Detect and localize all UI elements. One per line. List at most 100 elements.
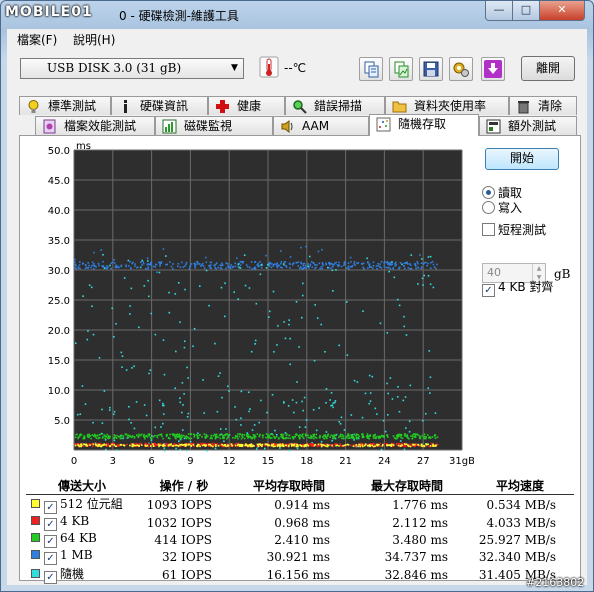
data-point-1mb	[209, 267, 212, 269]
data-point-512b	[281, 443, 284, 446]
tab-aam[interactable]: AAM	[273, 116, 369, 135]
tab-health[interactable]: 健康	[208, 96, 285, 115]
start-button[interactable]: 開始	[485, 148, 559, 170]
data-point-random	[288, 323, 290, 326]
data-point-random	[163, 373, 166, 376]
tab-file-benchmark[interactable]: 檔案效能測試	[35, 116, 155, 135]
tab-benchmark[interactable]: 標準測試	[19, 96, 111, 115]
data-point-1mb	[362, 266, 364, 269]
copy-image-button[interactable]	[389, 57, 413, 81]
data-point-64kb	[361, 433, 363, 436]
data-point-64kb	[181, 434, 183, 436]
data-point-4kb	[413, 445, 416, 448]
chevron-down-icon[interactable]: ▼	[226, 59, 243, 78]
data-point-random	[101, 408, 103, 411]
save-button[interactable]	[419, 57, 443, 81]
download-button[interactable]	[481, 57, 505, 81]
tab-error-scan[interactable]: 錯誤掃描	[285, 96, 385, 115]
data-point-4kb	[316, 445, 319, 448]
data-point-random	[389, 377, 392, 379]
data-point-64kb	[177, 435, 180, 438]
data-point-random	[405, 334, 408, 336]
data-point-random	[427, 275, 430, 277]
data-point-1mb	[150, 263, 152, 266]
close-button[interactable]: ✕	[539, 1, 585, 21]
series-checkbox[interactable]: ✓	[44, 501, 57, 514]
copy-text-button[interactable]	[359, 57, 383, 81]
data-point-64kb	[143, 436, 145, 438]
data-point-random	[301, 294, 304, 297]
data-point-64kb	[187, 433, 190, 435]
data-point-random	[289, 337, 291, 340]
row-avg-time: 2.410 ms	[274, 532, 330, 547]
col-avg-time: 平均存取時間	[230, 476, 348, 495]
data-point-random	[91, 305, 93, 308]
data-point-random	[326, 266, 329, 269]
row-iops: 61 IOPS	[162, 567, 212, 582]
data-point-64kb	[302, 437, 305, 440]
short-test-checkbox[interactable]: 短程測試	[482, 221, 546, 238]
data-point-random	[88, 284, 91, 287]
data-point-random	[143, 404, 146, 406]
series-checkbox[interactable]: ✓	[44, 518, 57, 531]
data-point-4kb	[145, 442, 147, 445]
data-point-4kb	[216, 443, 219, 445]
data-point-1mb	[295, 261, 298, 264]
data-point-1mb	[172, 263, 174, 265]
write-radio[interactable]: 寫入	[482, 199, 522, 216]
data-point-1mb	[130, 267, 132, 270]
data-point-1mb	[247, 266, 249, 268]
series-checkbox[interactable]: ✓	[44, 571, 57, 584]
exit-button[interactable]: 離開	[521, 56, 575, 81]
maximize-button[interactable]: □	[512, 1, 540, 21]
data-point-random	[113, 410, 116, 413]
tab-folder-usage[interactable]: 資料夾使用率	[385, 96, 509, 115]
series-checkbox[interactable]: ✓	[44, 552, 57, 565]
checkbox-box[interactable]	[482, 223, 495, 236]
checkbox-box[interactable]: ✓	[482, 284, 495, 297]
data-point-1mb	[431, 260, 434, 263]
data-point-64kb	[241, 433, 244, 436]
temperature-readout: --℃	[284, 61, 307, 75]
data-point-random	[129, 313, 131, 315]
data-point-4kb	[154, 442, 157, 445]
data-point-512b	[203, 444, 205, 446]
tab-disk-info[interactable]: 硬碟資訊	[111, 96, 208, 115]
download-icon	[484, 60, 502, 78]
data-point-1mb	[377, 262, 379, 265]
data-point-1mb	[274, 263, 276, 265]
data-point-1mb	[193, 263, 196, 265]
data-point-64kb	[247, 435, 249, 438]
tab-erase[interactable]: 清除	[509, 96, 577, 115]
data-point-64kb	[311, 436, 313, 438]
data-point-512b	[264, 443, 267, 445]
data-point-random	[125, 369, 128, 371]
data-point-random	[92, 333, 95, 336]
data-point-random	[146, 260, 149, 262]
tab-label: 硬碟資訊	[140, 99, 189, 113]
title-bar[interactable]: MOBILE01 0 - 硬碟檢測-維護工具 — □ ✕	[1, 1, 593, 29]
series-checkbox[interactable]: ✓	[44, 535, 57, 548]
menu-help[interactable]: 說明(H)	[73, 31, 115, 48]
tab-extra-tests[interactable]: 額外測試	[479, 116, 577, 135]
row-max-time: 32.846 ms	[384, 567, 448, 582]
settings-button[interactable]	[449, 57, 473, 81]
data-point-random	[429, 392, 431, 394]
data-point-random	[150, 312, 153, 315]
tab-random-access[interactable]: 隨機存取	[369, 114, 479, 136]
tab-disk-monitor[interactable]: 磁碟監視	[155, 116, 273, 135]
radio-indicator[interactable]	[482, 186, 495, 199]
data-point-1mb	[285, 265, 287, 267]
data-point-4kb	[213, 442, 216, 445]
data-point-1mb	[380, 267, 383, 269]
data-point-64kb	[217, 436, 219, 438]
radio-indicator[interactable]	[482, 201, 495, 214]
minimize-button[interactable]: —	[485, 1, 513, 21]
menu-file[interactable]: 檔案(F)	[17, 31, 57, 48]
data-point-random	[251, 429, 254, 431]
align-4kb-checkbox[interactable]: ✓ 4 KB 對齊	[482, 278, 553, 297]
data-point-1mb	[331, 266, 334, 268]
data-point-64kb	[362, 436, 365, 438]
drive-select[interactable]: USB DISK 3.0 (31 gB) ▼	[20, 58, 244, 79]
data-point-64kb	[298, 437, 301, 440]
